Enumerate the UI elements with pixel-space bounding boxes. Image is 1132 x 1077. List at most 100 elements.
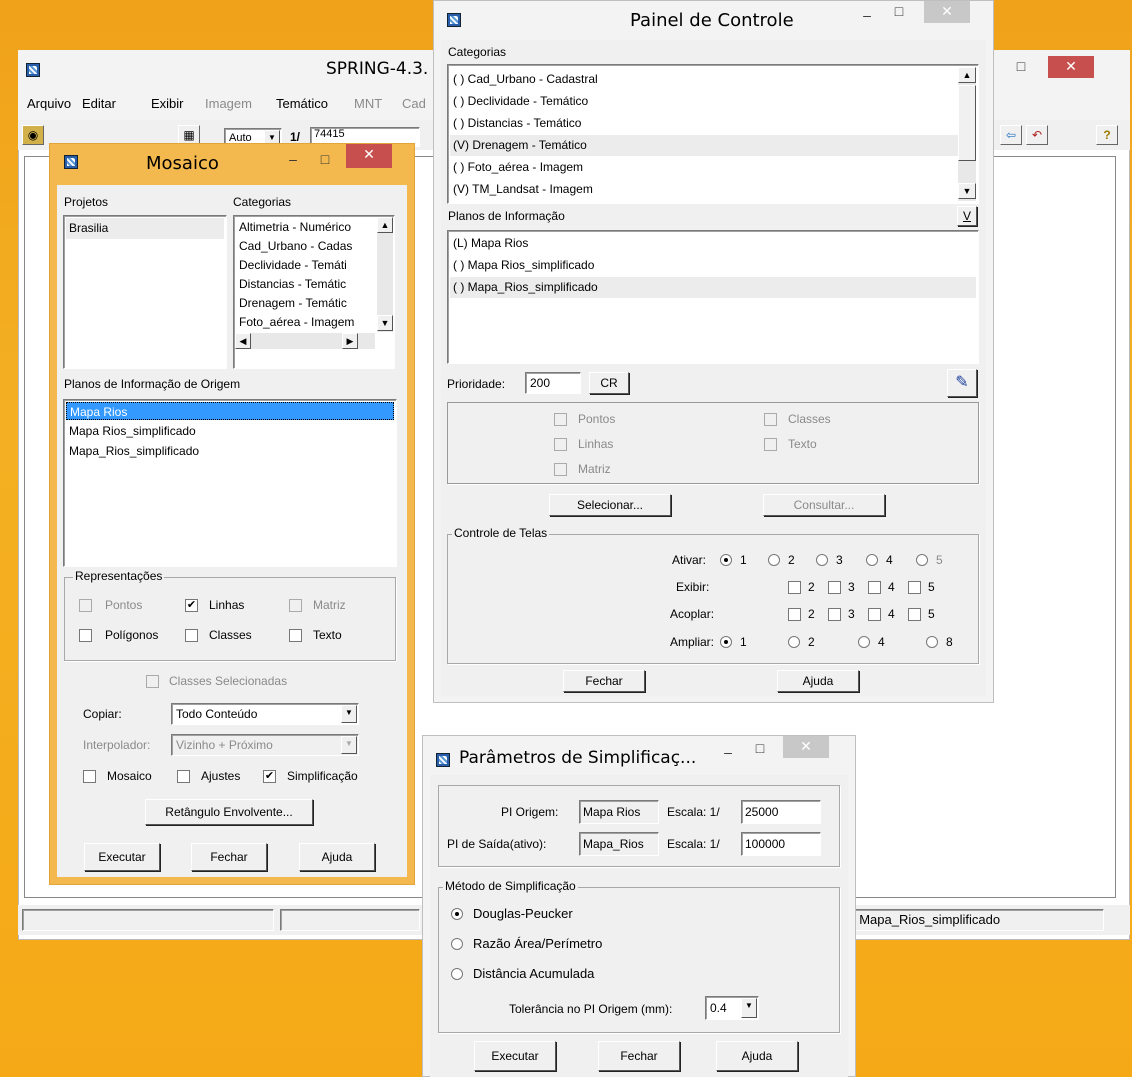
acoplar-3-checkbox[interactable] bbox=[828, 608, 841, 621]
undo-icon[interactable]: ↶ bbox=[1026, 125, 1048, 145]
ativar-4-radio[interactable] bbox=[866, 554, 878, 566]
list-item[interactable]: ( ) Cad_Urbano - Cadastral bbox=[450, 69, 958, 90]
painel-pontos-checkbox[interactable] bbox=[554, 413, 567, 426]
categorias-hscrollbar[interactable]: ◀ ▶ bbox=[235, 333, 375, 349]
mosaico-maximize-button[interactable]: □ bbox=[312, 149, 338, 171]
painel-classes-checkbox[interactable] bbox=[764, 413, 777, 426]
params-fechar-button[interactable]: Fechar bbox=[598, 1041, 680, 1071]
list-item[interactable]: (V) Drenagem - Temático bbox=[450, 135, 958, 156]
categorias-list[interactable]: Altimetria - Numérico Cad_Urbano - Cadas… bbox=[233, 215, 395, 369]
painel-minimize-button[interactable]: – bbox=[854, 5, 880, 27]
cr-button[interactable]: CR bbox=[589, 372, 629, 394]
list-item[interactable]: Foto_aérea - Imagem bbox=[236, 313, 376, 334]
executar-button[interactable]: Executar bbox=[84, 843, 160, 871]
mosaico-checkbox[interactable] bbox=[83, 770, 96, 783]
ampliar-2-radio[interactable] bbox=[788, 636, 800, 648]
mosaico-close-button[interactable]: ✕ bbox=[346, 144, 392, 168]
list-item[interactable]: ( ) Distancias - Temático bbox=[450, 113, 958, 134]
painel-categorias-list[interactable]: ( ) Cad_Urbano - Cadastral ( ) Declivida… bbox=[447, 64, 979, 204]
escala-origem-input[interactable]: 25000 bbox=[741, 800, 821, 824]
selecionar-button[interactable]: Selecionar... bbox=[549, 494, 671, 516]
retangulo-envolvente-button[interactable]: Retângulo Envolvente... bbox=[145, 799, 313, 825]
params-close-button[interactable]: ✕ bbox=[783, 736, 829, 758]
prioridade-input[interactable]: 200 bbox=[525, 372, 581, 394]
mosaico-minimize-button[interactable]: – bbox=[280, 149, 306, 171]
scroll-left-icon[interactable]: ◀ bbox=[235, 333, 251, 349]
list-item[interactable]: ( ) Mapa Rios_simplificado bbox=[450, 255, 976, 276]
list-item[interactable]: Altimetria - Numérico bbox=[236, 218, 376, 239]
pi-saida-input[interactable]: Mapa_Rios bbox=[579, 832, 659, 856]
scroll-up-icon[interactable]: ▲ bbox=[377, 217, 393, 233]
rep-texto-checkbox[interactable] bbox=[289, 629, 302, 642]
tolerancia-select[interactable]: 0.4 ▼ bbox=[705, 996, 759, 1020]
painel-fechar-button[interactable]: Fechar bbox=[563, 670, 645, 692]
params-executar-button[interactable]: Executar bbox=[474, 1041, 556, 1071]
exibir-2-checkbox[interactable] bbox=[788, 581, 801, 594]
rep-linhas-checkbox[interactable]: ✔ bbox=[185, 599, 198, 612]
projetos-list[interactable]: Brasilia bbox=[63, 215, 227, 369]
ajustes-checkbox[interactable] bbox=[177, 770, 190, 783]
painel-close-button[interactable]: ✕ bbox=[924, 1, 970, 23]
help-icon[interactable]: ? bbox=[1096, 125, 1118, 145]
params-minimize-button[interactable]: – bbox=[715, 742, 741, 764]
ajuda-button[interactable]: Ajuda bbox=[299, 843, 375, 871]
spring-close-button[interactable]: ✕ bbox=[1048, 56, 1094, 78]
painel-linhas-checkbox[interactable] bbox=[554, 438, 567, 451]
interpolador-select[interactable]: Vizinho + Próximo ▼ bbox=[171, 734, 359, 756]
edit-style-button[interactable]: ✎ bbox=[947, 369, 977, 397]
list-item[interactable]: Mapa_Rios_simplificado bbox=[66, 442, 394, 460]
list-item[interactable]: ( ) Mapa_Rios_simplificado bbox=[450, 277, 976, 298]
painel-matriz-checkbox[interactable] bbox=[554, 463, 567, 476]
spring-maximize-button[interactable]: □ bbox=[1008, 56, 1034, 78]
acoplar-5-checkbox[interactable] bbox=[908, 608, 921, 621]
exibir-3-checkbox[interactable] bbox=[828, 581, 841, 594]
simplificacao-checkbox[interactable]: ✔ bbox=[263, 770, 276, 783]
ativar-1-radio[interactable] bbox=[720, 554, 732, 566]
classes-selecionadas-checkbox[interactable] bbox=[146, 675, 159, 688]
rep-matriz-checkbox[interactable] bbox=[289, 599, 302, 612]
exibir-5-checkbox[interactable] bbox=[908, 581, 921, 594]
copiar-select[interactable]: Todo Conteúdo ▼ bbox=[171, 703, 359, 725]
ampliar-8-radio[interactable] bbox=[926, 636, 938, 648]
painel-texto-checkbox[interactable] bbox=[764, 438, 777, 451]
consultar-button[interactable]: Consultar... bbox=[763, 494, 885, 516]
menu-exibir[interactable]: Exibir bbox=[151, 96, 184, 111]
menu-tematico[interactable]: Temático bbox=[276, 96, 328, 111]
list-item[interactable]: Brasilia bbox=[66, 218, 224, 239]
planos-origem-list[interactable]: Mapa Rios Mapa Rios_simplificado Mapa_Ri… bbox=[63, 399, 397, 567]
ativar-2-radio[interactable] bbox=[768, 554, 780, 566]
acoplar-4-checkbox[interactable] bbox=[868, 608, 881, 621]
scroll-thumb[interactable] bbox=[958, 85, 976, 161]
ativar-5-radio[interactable] bbox=[916, 554, 928, 566]
scroll-up-icon[interactable]: ▲ bbox=[958, 67, 976, 83]
ampliar-4-radio[interactable] bbox=[858, 636, 870, 648]
params-ajuda-button[interactable]: Ajuda bbox=[716, 1041, 798, 1071]
table-icon[interactable]: ▦ bbox=[178, 125, 200, 145]
arrow-left-icon[interactable]: ⇦ bbox=[1000, 125, 1022, 145]
menu-imagem[interactable]: Imagem bbox=[205, 96, 252, 111]
ampliar-1-radio[interactable] bbox=[720, 636, 732, 648]
planos-v-button[interactable]: V bbox=[957, 206, 977, 226]
douglas-peucker-radio[interactable] bbox=[451, 908, 463, 920]
list-item[interactable]: Mapa Rios_simplificado bbox=[66, 422, 394, 440]
pi-origem-input[interactable]: Mapa Rios bbox=[579, 800, 659, 824]
categorias-vscrollbar[interactable]: ▲ ▼ bbox=[377, 217, 393, 332]
scroll-down-icon[interactable]: ▼ bbox=[377, 315, 393, 331]
menu-editar[interactable]: Editar bbox=[82, 96, 116, 111]
painel-planos-list[interactable]: (L) Mapa Rios ( ) Mapa Rios_simplificado… bbox=[447, 230, 979, 364]
menu-arquivo[interactable]: Arquivo bbox=[27, 96, 71, 111]
list-item[interactable]: Cad_Urbano - Cadas bbox=[236, 237, 376, 258]
list-item[interactable]: ( ) Foto_aérea - Imagem bbox=[450, 157, 958, 178]
menu-mnt[interactable]: MNT bbox=[354, 96, 382, 111]
fechar-button[interactable]: Fechar bbox=[191, 843, 267, 871]
exibir-4-checkbox[interactable] bbox=[868, 581, 881, 594]
list-item[interactable]: ( ) Declividade - Temático bbox=[450, 91, 958, 112]
list-item[interactable]: (L) Mapa Rios bbox=[450, 233, 976, 254]
params-maximize-button[interactable]: □ bbox=[747, 738, 773, 760]
list-item[interactable]: Declividade - Temáti bbox=[236, 256, 376, 277]
rep-classes-checkbox[interactable] bbox=[185, 629, 198, 642]
razao-area-radio[interactable] bbox=[451, 938, 463, 950]
rep-pontos-checkbox[interactable] bbox=[79, 599, 92, 612]
menu-cad[interactable]: Cad bbox=[402, 96, 426, 111]
list-item[interactable]: Drenagem - Temátic bbox=[236, 294, 376, 315]
